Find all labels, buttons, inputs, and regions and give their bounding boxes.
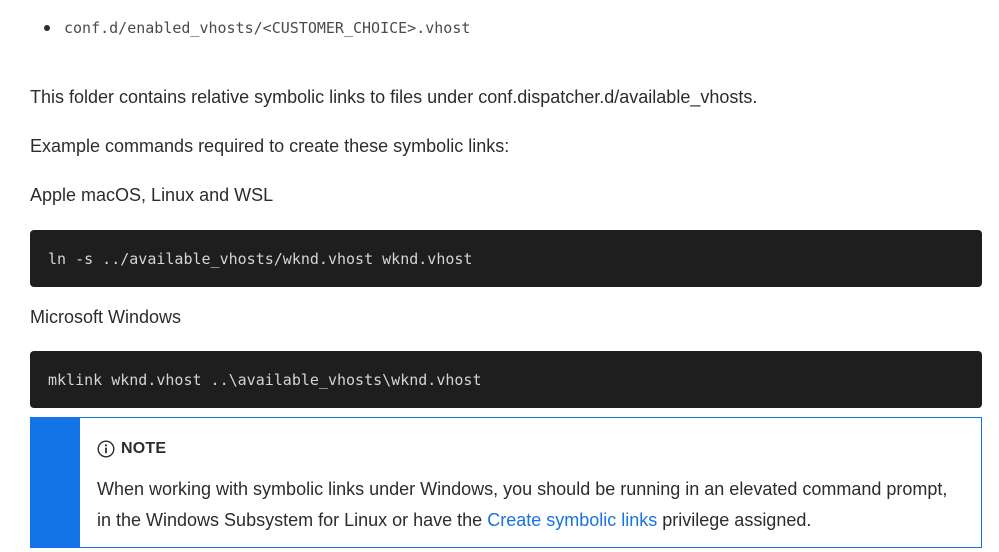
example-intro: Example commands required to create thes…: [30, 136, 510, 156]
code-block-windows[interactable]: mklink wknd.vhost ..\available_vhosts\wk…: [30, 351, 982, 408]
note-title: NOTE: [121, 440, 167, 457]
note-callout: NOTE When working with symbolic links un…: [30, 417, 982, 548]
note-accent-bar: [31, 418, 80, 547]
documentation-page: conf.d/enabled_vhosts/<CUSTOMER_CHOICE>.…: [0, 0, 999, 552]
inline-code-path: conf.d/enabled_vhosts/<CUSTOMER_CHOICE>.…: [64, 19, 471, 37]
windows-command[interactable]: mklink wknd.vhost ..\available_vhosts\wk…: [48, 371, 481, 389]
unix-command[interactable]: ln -s ../available_vhosts/wknd.vhost wkn…: [48, 250, 472, 268]
list-item: conf.d/enabled_vhosts/<CUSTOMER_CHOICE>.…: [30, 14, 470, 42]
info-circle-icon: [97, 440, 115, 458]
platform-heading-windows: Microsoft Windows: [30, 307, 182, 327]
bullet-dot: [44, 25, 50, 31]
code-block-unix[interactable]: ln -s ../available_vhosts/wknd.vhost wkn…: [30, 230, 982, 287]
bullet-list: conf.d/enabled_vhosts/<CUSTOMER_CHOICE>.…: [30, 14, 470, 42]
note-body: NOTE When working with symbolic links un…: [80, 418, 981, 547]
note-heading: NOTE: [97, 438, 959, 460]
note-text-after-link: privilege assigned.: [657, 510, 812, 530]
platform-heading-unix: Apple macOS, Linux and WSL: [30, 185, 274, 205]
note-text: When working with symbolic links under W…: [97, 474, 959, 536]
folder-description: This folder contains relative symbolic l…: [30, 87, 758, 107]
create-symbolic-links-link[interactable]: Create symbolic links: [487, 510, 657, 530]
